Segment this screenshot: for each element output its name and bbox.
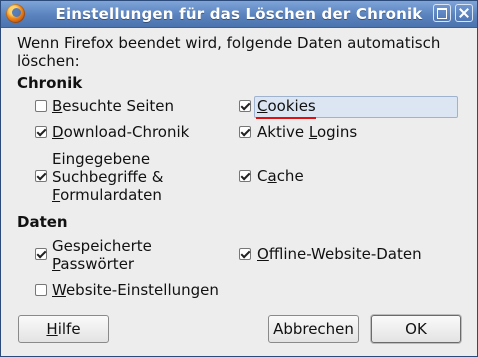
download-chronik-label[interactable]: Download-Chronik xyxy=(52,123,189,141)
passwoerter-label[interactable]: Gespeicherte Passwörter xyxy=(52,237,152,273)
dialog-window: Einstellungen für das Löschen der Chroni… xyxy=(0,0,478,357)
label-text: ogins xyxy=(316,123,358,141)
suchbegriffe-checkbox[interactable] xyxy=(35,170,47,182)
section-daten-heading: Daten xyxy=(17,213,68,231)
close-icon[interactable] xyxy=(455,4,473,22)
besuchte-seiten-label[interactable]: Besuchte Seiten xyxy=(52,97,174,115)
label-text: esuchte Seiten xyxy=(62,97,175,115)
suchbegriffe-label[interactable]: Eingegebene Suchbegriffe & Formulardaten xyxy=(52,150,163,204)
intro-line-2: löschen: xyxy=(17,52,80,70)
label-line: Passwörter xyxy=(52,255,152,273)
label-accesskey: W xyxy=(52,281,66,299)
intro-line-1: Wenn Firefox beendet wird, folgende Date… xyxy=(17,34,441,52)
label-text: ffline-Website-Daten xyxy=(268,245,422,263)
label-text: ookies xyxy=(267,97,316,115)
label-text: ebsite-Einstellungen xyxy=(65,281,219,299)
window-title: Einstellungen für das Löschen der Chroni… xyxy=(55,5,423,23)
offline-daten-label[interactable]: Offline-Website-Daten xyxy=(257,245,422,263)
maximize-icon[interactable] xyxy=(433,4,451,22)
label-accesskey: L xyxy=(308,123,317,141)
website-einstellungen-checkbox[interactable] xyxy=(35,284,47,296)
label-text: Aktive xyxy=(257,123,309,141)
ok-button[interactable]: OK xyxy=(371,315,461,343)
title-bar[interactable]: Einstellungen für das Löschen der Chroni… xyxy=(1,1,477,28)
cache-label[interactable]: Cache xyxy=(257,167,304,185)
help-button[interactable]: Hilfe xyxy=(18,315,109,343)
label-line: Gespeicherte xyxy=(52,237,152,255)
cookies-red-underline xyxy=(256,117,316,119)
aktive-logins-checkbox[interactable] xyxy=(239,126,251,138)
button-accesskey: H xyxy=(46,320,58,338)
label-line: Eingegebene xyxy=(52,150,151,168)
label-accesskey: D xyxy=(52,123,64,141)
cache-checkbox[interactable] xyxy=(239,170,251,182)
aktive-logins-label[interactable]: Aktive Logins xyxy=(257,123,357,141)
website-einstellungen-label[interactable]: Website-Einstellungen xyxy=(52,281,219,299)
label-text: che xyxy=(276,167,304,185)
cancel-button[interactable]: Abbrechen xyxy=(268,315,359,343)
label-accesskey: B xyxy=(52,97,63,115)
download-chronik-checkbox[interactable] xyxy=(35,126,47,138)
label-accesskey: C xyxy=(257,97,268,115)
passwoerter-checkbox[interactable] xyxy=(35,248,47,260)
label-text: C xyxy=(257,167,268,185)
label-line: Suchbegriffe & xyxy=(52,168,164,186)
section-chronik-heading: Chronik xyxy=(17,74,83,92)
cookies-checkbox[interactable] xyxy=(239,100,251,112)
label-text: asswörter xyxy=(60,255,135,273)
besuchte-seiten-checkbox[interactable] xyxy=(35,100,47,112)
cookies-label[interactable]: Cookies xyxy=(257,97,316,115)
label-text: ormulardaten xyxy=(60,186,162,204)
label-text: ownload-Chronik xyxy=(63,123,190,141)
label-accesskey: O xyxy=(257,245,269,263)
label-accesskey: a xyxy=(267,167,277,185)
label-line: Formulardaten xyxy=(52,186,163,204)
button-label: ilfe xyxy=(57,320,81,338)
label-accesskey: F xyxy=(52,186,61,204)
offline-daten-checkbox[interactable] xyxy=(239,248,251,260)
